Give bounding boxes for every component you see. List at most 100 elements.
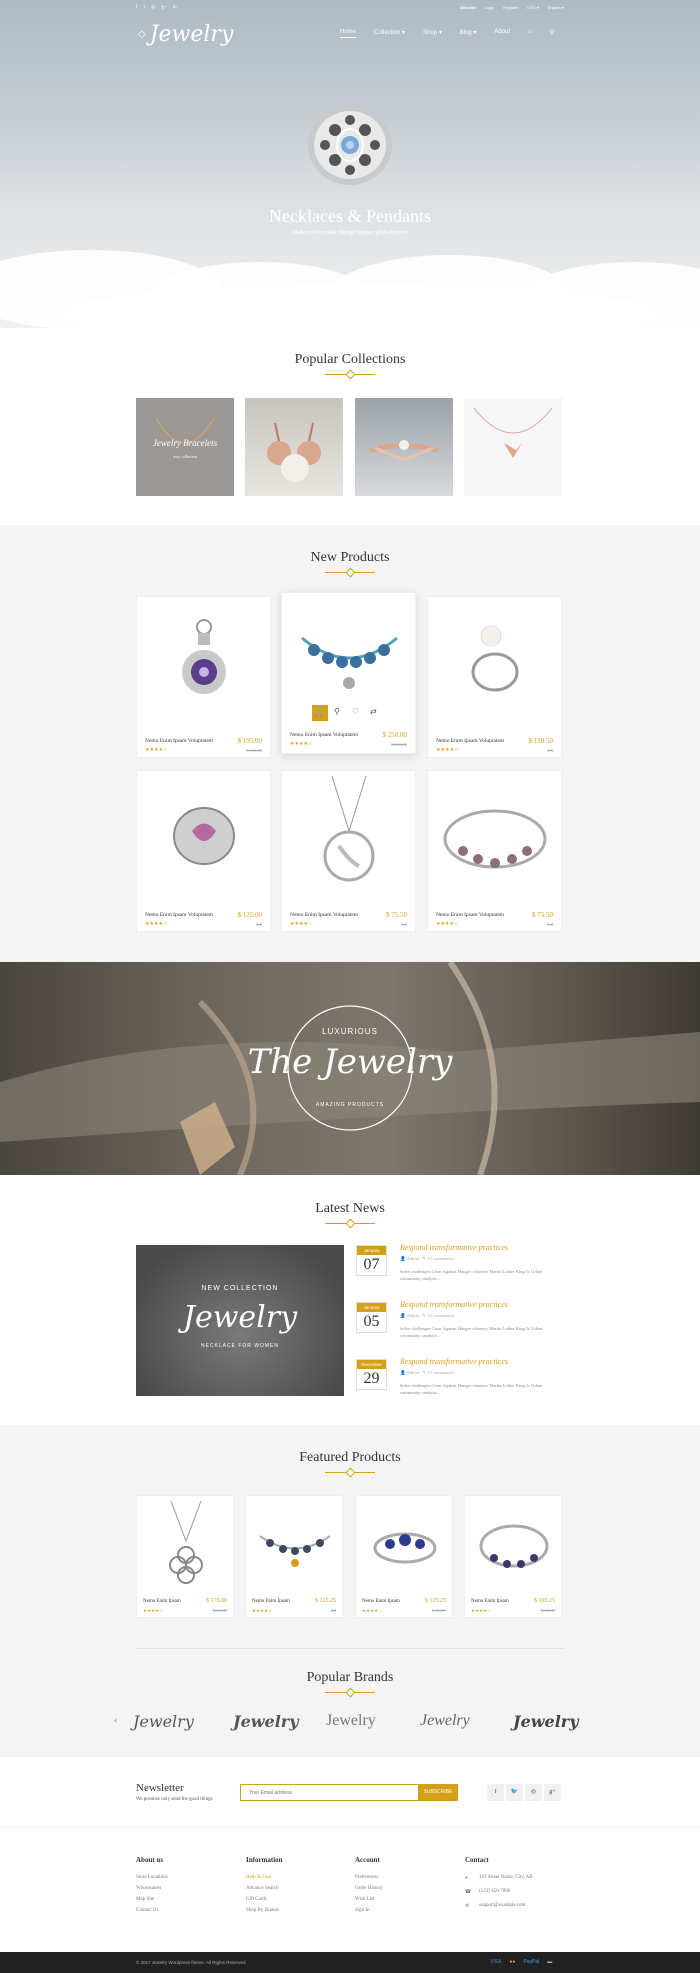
promo-banner: LUXURIOUS The Jewelry AMAZING PRODUCTS xyxy=(0,962,700,1175)
linkedin-icon[interactable]: in xyxy=(173,5,177,10)
product-price: $ 150.50 xyxy=(528,737,554,745)
footer-link[interactable]: Help & Faqs xyxy=(246,1875,272,1880)
product-image xyxy=(443,809,547,869)
footer-link[interactable]: Order History xyxy=(355,1886,383,1891)
product-name[interactable]: Nemo Enim Ipsam Voluptatem xyxy=(436,738,504,744)
nav-collection[interactable]: Collection ▾ xyxy=(374,29,405,38)
collection-bracelets[interactable]: Jewelry Bracelets new collection xyxy=(136,398,234,496)
rating-stars: ★★★★☆ xyxy=(145,922,168,927)
wishlist-link[interactable]: Wishlist xyxy=(460,5,475,10)
brand-logo[interactable]: Jewelry xyxy=(420,1712,470,1730)
featured-card[interactable]: Nemo Enim Ipsam $ 175.00 ★★★★☆ $ 300.00 xyxy=(136,1495,234,1618)
footer-email[interactable]: support@example.com xyxy=(479,1903,525,1908)
footer-link[interactable]: Wish List xyxy=(355,1897,374,1902)
featured-card[interactable]: Nemo Enim Ipsam $ 105.25 ★★★★☆ $ 120.00 xyxy=(464,1495,562,1618)
rating-stars: ★★★★☆ xyxy=(290,922,313,927)
product-name[interactable]: Nemo Enim Ipsam Voluptatem xyxy=(290,912,358,918)
product-name[interactable]: Nemo Enim Ipsam xyxy=(143,1599,181,1604)
search-icon[interactable]: ⚲ xyxy=(550,29,554,38)
nav-about[interactable]: About xyxy=(494,29,510,38)
product-image xyxy=(259,1535,331,1567)
rating-stars: ★★★★☆ xyxy=(436,748,459,753)
google-plus-icon[interactable]: g+ xyxy=(544,1784,561,1801)
product-image xyxy=(169,1501,203,1584)
product-price: $ 125.25 xyxy=(425,1598,446,1604)
currency-select[interactable]: USD ▾ xyxy=(527,5,539,10)
google-plus-icon[interactable]: g+ xyxy=(161,5,166,10)
subscribe-button[interactable]: SUBSCRIBE xyxy=(418,1784,458,1801)
pinterest-icon[interactable]: ◎ xyxy=(525,1784,542,1801)
news-feature-image[interactable]: NEW COLLECTION Jewelry NECKLACE FOR WOME… xyxy=(136,1245,344,1396)
footer-link[interactable]: Advance Search xyxy=(246,1886,279,1891)
slider-dot[interactable] xyxy=(345,310,349,314)
brand-logo[interactable]: Jewelry xyxy=(133,1712,194,1731)
product-name[interactable]: Nemo Enim Ipsam Voluptatem xyxy=(145,738,213,744)
language-select[interactable]: English ▾ xyxy=(548,5,564,10)
register-link[interactable]: Register xyxy=(503,5,518,10)
news-title[interactable]: Respond transformative practices xyxy=(400,1300,508,1309)
brands-prev-icon[interactable]: ‹ xyxy=(114,1715,117,1726)
news-month: January xyxy=(357,1303,386,1312)
slider-dot[interactable] xyxy=(338,310,342,314)
footer-link[interactable]: Store Locations xyxy=(136,1875,168,1880)
product-name[interactable]: Nemo Enim Ipsam xyxy=(252,1599,290,1604)
nav-blog[interactable]: Blog ▾ xyxy=(460,29,477,38)
collection-necklaces[interactable] xyxy=(464,398,562,496)
footer-link[interactable]: Gift Cards xyxy=(246,1897,267,1902)
product-name[interactable]: Nemo Enim Ipsam Voluptatem xyxy=(436,912,504,918)
brand-logo[interactable]: Jewelry xyxy=(513,1712,579,1731)
twitter-icon[interactable]: 🐦 xyxy=(506,1784,523,1801)
section-title-brands: Popular Brands xyxy=(306,1670,394,1685)
footer-link[interactable]: Preferences xyxy=(355,1875,378,1880)
add-to-cart-icon[interactable]: 🛒 xyxy=(312,705,328,721)
old-price: $ 0 xyxy=(547,748,553,753)
product-name[interactable]: Nemo Enim Ipsam Voluptatem xyxy=(145,912,213,918)
twitter-icon[interactable]: t xyxy=(144,5,145,10)
footer-account-title: Account xyxy=(355,1856,380,1864)
brand-logo[interactable]: Jewelry xyxy=(326,1712,376,1730)
facebook-icon[interactable]: f xyxy=(136,5,138,10)
collection-earrings[interactable] xyxy=(245,398,343,496)
news-title[interactable]: Respond transformative practices xyxy=(400,1357,508,1366)
quick-view-icon[interactable]: ⚲ xyxy=(334,707,340,716)
collection-rings[interactable] xyxy=(355,398,453,496)
brand-logo[interactable]: Jewelry xyxy=(233,1712,299,1731)
footer-link[interactable]: Whosesalers xyxy=(136,1886,161,1891)
login-link[interactable]: Login xyxy=(484,5,494,10)
product-card[interactable]: Nemo Enim Ipsam Voluptatem $ 75.50 ★★★★☆… xyxy=(281,770,416,932)
footer-link[interactable]: Map Site xyxy=(136,1897,154,1902)
product-price: $ 195.00 xyxy=(237,737,263,745)
product-card[interactable]: Nemo Enim Ipsam Voluptatem $ 75.50 ★★★★☆… xyxy=(427,770,562,932)
footer-link[interactable]: Contact Us xyxy=(136,1908,158,1913)
featured-card[interactable]: Nemo Enim Ipsam $ 125.25 ★★★★☆ $ 0 xyxy=(245,1495,343,1618)
product-card[interactable]: Nemo Enim Ipsam Voluptatem $ 195.00 ★★★★… xyxy=(136,596,271,758)
footer-link[interactable]: Shop By Brands xyxy=(246,1908,279,1913)
wishlist-icon[interactable]: ♡ xyxy=(352,707,359,716)
product-name[interactable]: Nemo Enim Ipsam Voluptatem xyxy=(290,732,358,738)
hero-subtitle: Makers who make change happen globalizat… xyxy=(292,230,408,236)
nav-shop[interactable]: Shop ▾ xyxy=(423,29,442,38)
site-logo[interactable]: ◇ Jewelry xyxy=(138,22,233,47)
rating-stars: ★★★★☆ xyxy=(436,922,459,927)
compare-icon[interactable]: ⇄ xyxy=(370,707,377,716)
product-name[interactable]: Nemo Enim Ipsam xyxy=(362,1599,400,1604)
footer-phone: (123) 456-7890 xyxy=(479,1889,511,1894)
product-card-hover[interactable]: 🛒 ⚲ ♡ ⇄ Nemo Enim Ipsam Voluptatem $ 250… xyxy=(281,592,416,754)
instagram-icon[interactable]: ◎ xyxy=(151,5,155,10)
product-image xyxy=(182,619,226,694)
product-price: $ 125.00 xyxy=(237,911,263,919)
featured-card[interactable]: Nemo Enim Ipsam $ 125.25 ★★★★☆ $ 150.00 xyxy=(355,1495,453,1618)
facebook-icon[interactable]: f xyxy=(487,1784,504,1801)
cart-icon[interactable]: ⌂ xyxy=(528,29,532,38)
product-name[interactable]: Nemo Enim Ipsam xyxy=(471,1599,509,1604)
product-card[interactable]: Nemo Enim Ipsam Voluptatem $ 150.50 ★★★★… xyxy=(427,596,562,758)
footer-link[interactable]: Sign In xyxy=(355,1908,370,1913)
rating-stars: ★★★★☆ xyxy=(145,748,168,753)
nav-home[interactable]: Home xyxy=(340,29,357,38)
brands-next-icon[interactable]: › xyxy=(573,1715,576,1726)
newsletter-email-input[interactable] xyxy=(240,1784,420,1801)
product-card[interactable]: Nemo Enim Ipsam Voluptatem $ 125.00 ★★★★… xyxy=(136,770,271,932)
pendant-charm-image xyxy=(308,105,392,185)
slider-dot[interactable] xyxy=(352,310,356,314)
news-title[interactable]: Respond transformative practices xyxy=(400,1243,508,1252)
